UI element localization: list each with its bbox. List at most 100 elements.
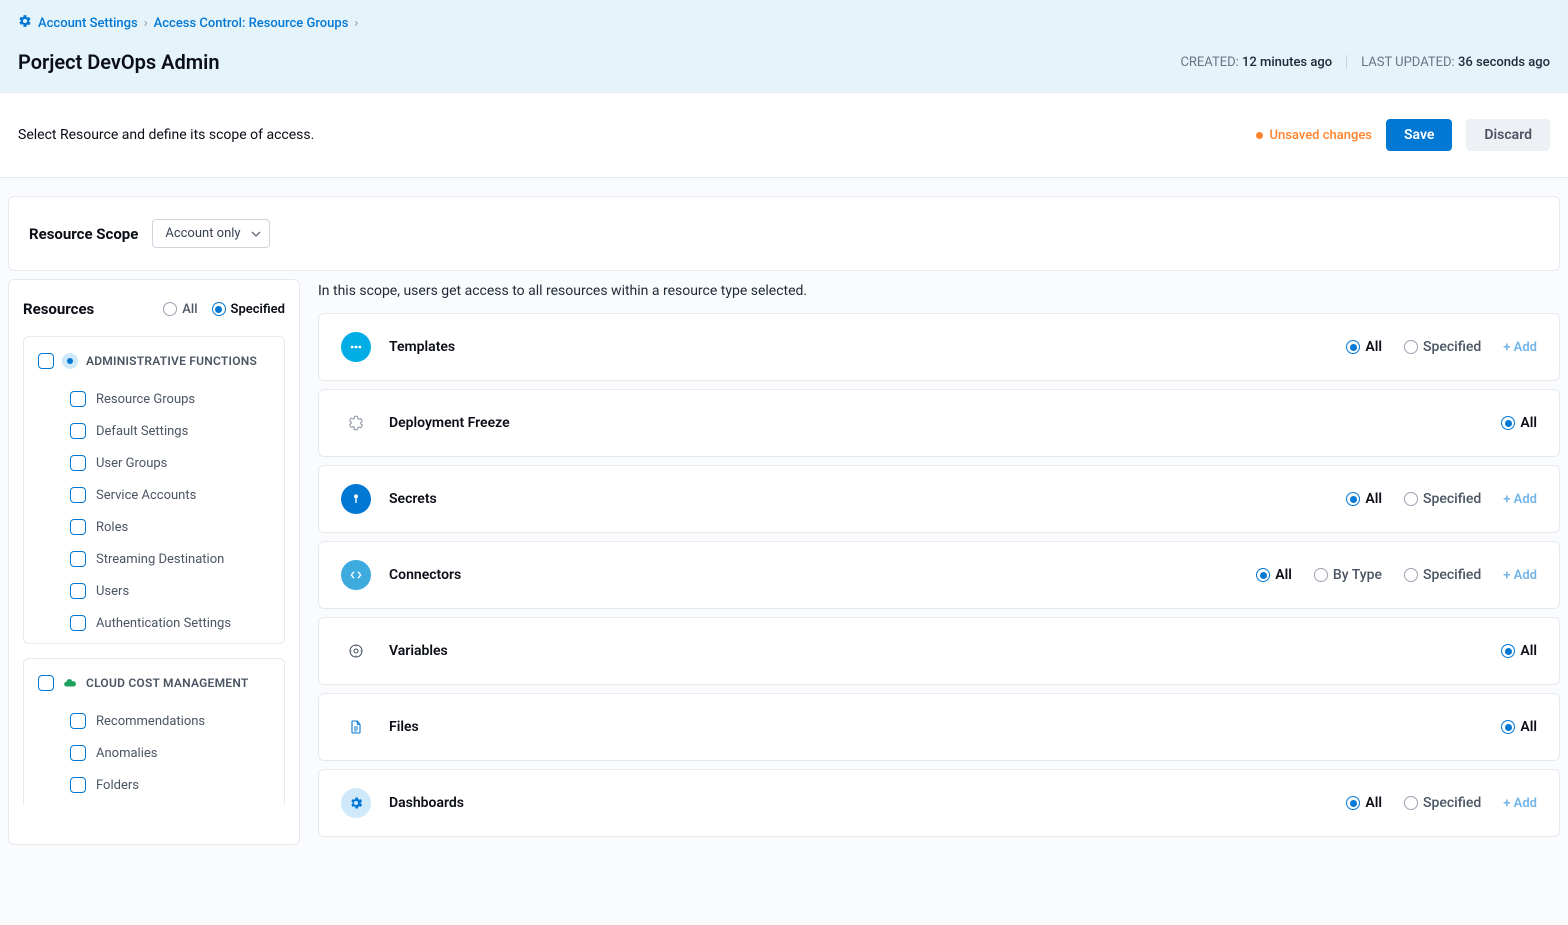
radio-specified[interactable]: Specified bbox=[1404, 567, 1481, 583]
resource-scope-value: Account only bbox=[165, 226, 240, 241]
breadcrumb-access-control[interactable]: Access Control: Resource Groups bbox=[154, 16, 349, 31]
resource-scope-dropdown[interactable]: Account only bbox=[152, 219, 269, 248]
main-panel: In this scope, users get access to all r… bbox=[318, 279, 1560, 845]
sidebar-item-streaming-destination[interactable]: Streaming Destination bbox=[38, 543, 270, 575]
action-bar: Select Resource and define its scope of … bbox=[0, 93, 1568, 178]
resource-row-templates: Templates All Specified + Add bbox=[318, 313, 1560, 381]
action-description: Select Resource and define its scope of … bbox=[18, 127, 314, 143]
sidebar-item-resource-groups[interactable]: Resource Groups bbox=[38, 383, 270, 415]
item-label: Service Accounts bbox=[96, 488, 196, 503]
group-admin-functions: ADMINISTRATIVE FUNCTIONS Resource Groups… bbox=[23, 336, 285, 644]
item-checkbox[interactable] bbox=[70, 519, 86, 535]
templates-icon bbox=[341, 332, 371, 362]
item-checkbox[interactable] bbox=[70, 423, 86, 439]
radio-all[interactable]: All bbox=[1346, 491, 1382, 507]
main-description: In this scope, users get access to all r… bbox=[318, 279, 1560, 299]
filter-all-radio[interactable]: All bbox=[163, 302, 197, 317]
sidebar-item-auth-settings[interactable]: Authentication Settings bbox=[38, 607, 270, 639]
radio-label: All bbox=[1275, 567, 1292, 583]
sidebar-item-recommendations[interactable]: Recommendations bbox=[38, 705, 270, 737]
item-checkbox[interactable] bbox=[70, 487, 86, 503]
item-checkbox[interactable] bbox=[70, 777, 86, 793]
resource-scope-card: Resource Scope Account only bbox=[8, 196, 1560, 271]
item-label: Authentication Settings bbox=[96, 616, 231, 631]
item-checkbox[interactable] bbox=[70, 713, 86, 729]
add-button[interactable]: + Add bbox=[1503, 796, 1537, 811]
gear-icon bbox=[18, 14, 32, 32]
radio-all[interactable]: All bbox=[1346, 795, 1382, 811]
resource-name: Secrets bbox=[389, 491, 437, 507]
item-checkbox[interactable] bbox=[70, 745, 86, 761]
radio-label: Specified bbox=[1423, 567, 1481, 583]
sidebar-item-users[interactable]: Users bbox=[38, 575, 270, 607]
discard-button[interactable]: Discard bbox=[1466, 119, 1550, 151]
sidebar-item-default-settings[interactable]: Default Settings bbox=[38, 415, 270, 447]
chevron-right-icon: › bbox=[144, 16, 148, 31]
radio-icon bbox=[1404, 340, 1418, 354]
radio-specified[interactable]: Specified bbox=[1404, 795, 1481, 811]
group-checkbox[interactable] bbox=[38, 353, 54, 369]
add-button[interactable]: + Add bbox=[1503, 492, 1537, 507]
resource-row-dashboards: Dashboards All Specified + Add bbox=[318, 769, 1560, 837]
updated-value: 36 seconds ago bbox=[1458, 55, 1550, 70]
item-label: Anomalies bbox=[96, 746, 157, 761]
dot-icon bbox=[1256, 132, 1263, 139]
save-button[interactable]: Save bbox=[1386, 119, 1452, 151]
radio-label: All bbox=[1520, 643, 1537, 659]
radio-icon bbox=[1346, 340, 1360, 354]
item-checkbox[interactable] bbox=[70, 391, 86, 407]
radio-specified[interactable]: Specified bbox=[1404, 491, 1481, 507]
sidebar-item-service-accounts[interactable]: Service Accounts bbox=[38, 479, 270, 511]
resource-row-connectors: Connectors All By Type Specified + Add bbox=[318, 541, 1560, 609]
chevron-right-icon: › bbox=[354, 16, 358, 31]
resource-scope-label: Resource Scope bbox=[29, 225, 138, 243]
radio-all[interactable]: All bbox=[1501, 719, 1537, 735]
unsaved-label: Unsaved changes bbox=[1269, 128, 1372, 143]
created-value: 12 minutes ago bbox=[1242, 55, 1332, 70]
sidebar-item-user-groups[interactable]: User Groups bbox=[38, 447, 270, 479]
files-icon bbox=[341, 712, 371, 742]
item-checkbox[interactable] bbox=[70, 455, 86, 471]
resource-row-deployment-freeze: Deployment Freeze All bbox=[318, 389, 1560, 457]
updated-label: LAST UPDATED: bbox=[1361, 55, 1455, 70]
radio-all[interactable]: All bbox=[1346, 339, 1382, 355]
item-checkbox[interactable] bbox=[70, 551, 86, 567]
sidebar-item-folders[interactable]: Folders bbox=[38, 769, 270, 801]
item-checkbox[interactable] bbox=[70, 583, 86, 599]
sidebar-item-roles[interactable]: Roles bbox=[38, 511, 270, 543]
filter-specified-radio[interactable]: Specified bbox=[212, 302, 285, 317]
resources-sidebar: Resources All Specified ADMINISTRATIVE F… bbox=[8, 279, 300, 845]
resource-name: Templates bbox=[389, 339, 455, 355]
radio-icon bbox=[1314, 568, 1328, 582]
resource-name: Deployment Freeze bbox=[389, 415, 510, 431]
radio-all[interactable]: All bbox=[1501, 415, 1537, 431]
radio-icon bbox=[1404, 568, 1418, 582]
deployment-freeze-icon bbox=[341, 408, 371, 438]
item-label: Recommendations bbox=[96, 714, 205, 729]
resource-row-secrets: Secrets All Specified + Add bbox=[318, 465, 1560, 533]
radio-all[interactable]: All bbox=[1501, 643, 1537, 659]
radio-label: All bbox=[1520, 415, 1537, 431]
item-label: Users bbox=[96, 584, 129, 599]
add-button[interactable]: + Add bbox=[1503, 568, 1537, 583]
item-checkbox[interactable] bbox=[70, 615, 86, 631]
radio-icon bbox=[1404, 796, 1418, 810]
radio-label: All bbox=[1365, 795, 1382, 811]
group-title: ADMINISTRATIVE FUNCTIONS bbox=[86, 354, 257, 368]
group-checkbox[interactable] bbox=[38, 675, 54, 691]
resource-name: Connectors bbox=[389, 567, 461, 583]
secrets-icon bbox=[341, 484, 371, 514]
radio-icon bbox=[163, 302, 177, 316]
radio-bytype[interactable]: By Type bbox=[1314, 567, 1382, 583]
radio-specified[interactable]: Specified bbox=[1404, 339, 1481, 355]
radio-label: All bbox=[1365, 491, 1382, 507]
page-header: Account Settings › Access Control: Resou… bbox=[0, 0, 1568, 93]
radio-all[interactable]: All bbox=[1256, 567, 1292, 583]
radio-label: All bbox=[1365, 339, 1382, 355]
add-button[interactable]: + Add bbox=[1503, 340, 1537, 355]
sidebar-item-anomalies[interactable]: Anomalies bbox=[38, 737, 270, 769]
filter-all-label: All bbox=[182, 302, 197, 317]
radio-icon bbox=[1346, 796, 1360, 810]
breadcrumb-account-settings[interactable]: Account Settings bbox=[38, 16, 138, 31]
radio-icon bbox=[1501, 416, 1515, 430]
